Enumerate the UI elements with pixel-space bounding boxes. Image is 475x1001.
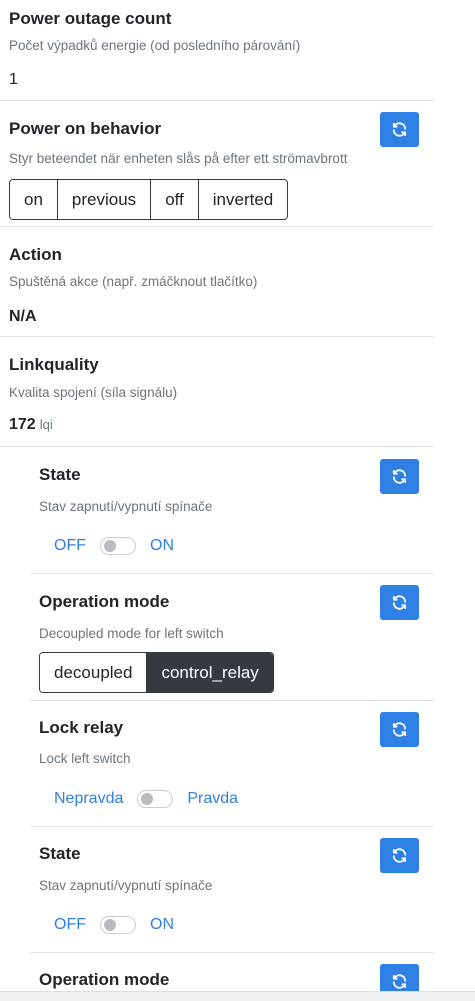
right-state-section: State Stav zapnutí/vypnutí spínače OFF O…	[30, 827, 434, 953]
left-state-description: Stav zapnutí/vypnutí spínače	[39, 499, 213, 514]
right-operation-mode-refresh-button[interactable]	[380, 964, 419, 991]
action-value: N/A	[9, 308, 37, 325]
page-gutter	[434, 0, 475, 991]
power-on-behavior-options: on previous off inverted	[9, 179, 289, 220]
left-state-refresh-button[interactable]	[380, 459, 419, 494]
switch-knob	[141, 793, 154, 805]
left-lock-relay-section: Lock relay Lock left switch Nepravda Pra…	[30, 701, 434, 827]
linkquality-number: 172	[9, 416, 36, 433]
left-state-section: State Stav zapnutí/vypnutí spínače OFF O…	[30, 447, 434, 574]
refresh-icon	[392, 122, 407, 137]
linkquality-section: Linkquality Kvalita spojení (síla signál…	[0, 337, 434, 447]
right-state-off-label[interactable]: OFF	[54, 916, 86, 934]
right-operation-mode-section: Operation mode	[30, 953, 434, 991]
linkquality-title: Linkquality	[9, 355, 99, 374]
right-operation-mode-title: Operation mode	[39, 970, 170, 989]
action-description: Spuštěná akce (např. zmáčknout tlačítko)	[9, 274, 258, 289]
left-lock-relay-toggle: Nepravda Pravda	[54, 787, 238, 811]
right-state-switch[interactable]	[100, 916, 136, 934]
switch-knob	[104, 540, 116, 552]
right-state-refresh-button[interactable]	[380, 838, 419, 873]
operation-mode-option-control-relay[interactable]: control_relay	[147, 653, 273, 692]
left-operation-mode-description: Decoupled mode for left switch	[39, 626, 224, 641]
action-title: Action	[9, 245, 62, 264]
left-lock-relay-description: Lock left switch	[39, 751, 131, 766]
left-state-toggle: OFF ON	[54, 534, 174, 558]
left-lock-relay-refresh-button[interactable]	[380, 712, 419, 747]
left-state-on-label[interactable]: ON	[150, 537, 174, 555]
linkquality-value: 172 lqi	[9, 416, 53, 434]
right-state-toggle: OFF ON	[54, 913, 174, 937]
left-operation-mode-title: Operation mode	[39, 592, 170, 611]
left-operation-mode-options: decoupled control_relay	[39, 652, 274, 693]
power-on-option-previous[interactable]: previous	[57, 180, 152, 219]
power-on-behavior-refresh-button[interactable]	[380, 112, 419, 147]
refresh-icon	[392, 722, 407, 737]
right-state-title: State	[39, 844, 81, 863]
left-lock-relay-title: Lock relay	[39, 718, 124, 737]
power-outage-section: Power outage count Počet výpadků energie…	[0, 0, 434, 101]
power-on-option-on[interactable]: on	[10, 180, 58, 219]
refresh-icon	[392, 848, 407, 863]
power-on-option-off[interactable]: off	[151, 180, 199, 219]
refresh-icon	[392, 595, 407, 610]
action-section: Action Spuštěná akce (např. zmáčknout tl…	[0, 227, 434, 337]
refresh-icon	[392, 974, 407, 989]
left-state-off-label[interactable]: OFF	[54, 537, 86, 555]
linkquality-unit: lqi	[39, 417, 53, 432]
power-outage-description: Počet výpadků energie (od posledního pár…	[9, 38, 301, 53]
power-on-behavior-title: Power on behavior	[9, 119, 162, 138]
left-lock-relay-false-label[interactable]: Nepravda	[54, 790, 123, 808]
right-state-on-label[interactable]: ON	[150, 916, 174, 934]
left-operation-mode-refresh-button[interactable]	[380, 585, 419, 620]
left-lock-relay-switch[interactable]	[137, 790, 174, 808]
operation-mode-option-decoupled[interactable]: decoupled	[40, 653, 148, 692]
power-on-behavior-description: Styr beteendet när enheten slås på efter…	[9, 151, 348, 166]
power-outage-title: Power outage count	[9, 9, 172, 28]
linkquality-description: Kvalita spojení (síla signálu)	[9, 385, 178, 400]
power-on-option-inverted[interactable]: inverted	[198, 180, 288, 219]
switch-knob	[104, 919, 116, 931]
left-state-switch[interactable]	[100, 537, 136, 555]
power-outage-value: 1	[9, 71, 18, 88]
left-operation-mode-section: Operation mode Decoupled mode for left s…	[30, 574, 434, 701]
right-state-description: Stav zapnutí/vypnutí spínače	[39, 878, 213, 893]
refresh-icon	[392, 469, 407, 484]
left-state-title: State	[39, 465, 81, 484]
left-lock-relay-true-label[interactable]: Pravda	[187, 790, 238, 808]
power-on-behavior-section: Power on behavior Styr beteendet när enh…	[0, 101, 434, 227]
